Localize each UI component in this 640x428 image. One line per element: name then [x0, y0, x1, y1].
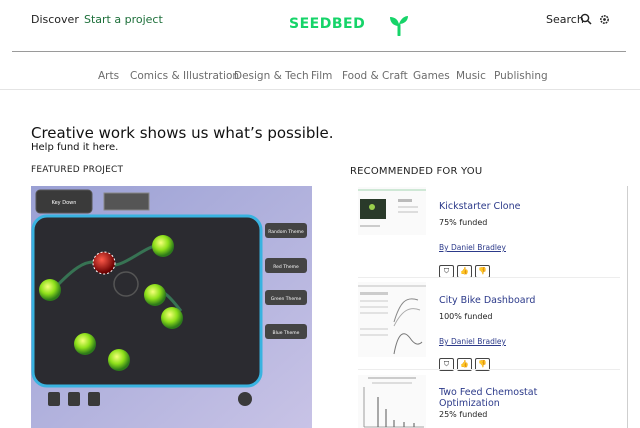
recommended-list: Kickstarter Clone 75% funded By Daniel B… — [350, 185, 640, 428]
folder-icon[interactable] — [88, 392, 100, 406]
category-arts[interactable]: Arts — [98, 70, 119, 82]
search-icon[interactable] — [580, 13, 592, 25]
recommended-thumbnail[interactable] — [358, 187, 426, 235]
recommended-actions: ⛉ 👍 👎 — [439, 258, 493, 278]
recommended-funded: 100% funded — [439, 312, 493, 321]
github-icon[interactable] — [48, 392, 60, 406]
nav-discover-link[interactable]: Discover — [31, 13, 79, 26]
gear-icon[interactable] — [599, 14, 610, 25]
green-ball — [144, 284, 166, 306]
logo[interactable]: SEEDBED — [289, 14, 409, 38]
nav-start-project-link[interactable]: Start a project — [84, 13, 163, 26]
recommended-funded: 25% funded — [439, 410, 488, 419]
recommended-scroll-edge — [627, 186, 628, 428]
category-nav: Arts Comics & Illustration Design & Tech… — [0, 70, 640, 84]
hero-subtitle: Help fund it here. — [31, 142, 119, 153]
category-food-craft[interactable]: Food & Craft — [342, 70, 408, 82]
category-design-tech[interactable]: Design & Tech — [234, 70, 309, 82]
red-theme-label: Red Theme — [273, 264, 299, 270]
green-ball — [74, 333, 96, 355]
recommended-title[interactable]: City Bike Dashboard — [439, 295, 535, 306]
linkedin-icon[interactable] — [68, 392, 80, 406]
recommended-actions: ⛉ 👍 👎 — [439, 351, 493, 371]
red-ball — [92, 251, 116, 275]
header-divider — [12, 51, 626, 52]
sprout-icon — [390, 16, 408, 36]
category-film[interactable]: Film — [311, 70, 332, 82]
card-divider — [358, 277, 620, 278]
hero-title: Creative work shows us what’s possible. — [31, 124, 334, 142]
green-ball — [39, 279, 61, 301]
blue-theme-label: Blue Theme — [273, 330, 300, 336]
category-games[interactable]: Games — [413, 70, 450, 82]
green-ball — [152, 235, 174, 257]
logo-text: SEEDBED — [289, 16, 366, 32]
green-ball — [161, 307, 183, 329]
category-publishing[interactable]: Publishing — [494, 70, 548, 82]
recommended-title[interactable]: Kickstarter Clone — [439, 201, 520, 212]
recommended-funded: 75% funded — [439, 218, 488, 227]
recommended-thumbnail[interactable] — [358, 375, 426, 428]
key-down-button-label: Key Down — [52, 200, 77, 206]
green-theme-label: Green Theme — [271, 296, 302, 302]
green-ball — [108, 349, 130, 371]
featured-project-label: FEATURED PROJECT — [31, 165, 124, 175]
recommended-author[interactable]: By Daniel Bradley — [439, 243, 506, 252]
recommended-author[interactable]: By Daniel Bradley — [439, 337, 506, 346]
category-divider — [0, 89, 640, 90]
search-link[interactable]: Search — [546, 13, 584, 26]
recommended-thumbnail[interactable] — [358, 282, 426, 357]
random-theme-label: Random Theme — [268, 229, 304, 235]
card-divider — [358, 369, 620, 370]
featured-project-image[interactable]: Key Down Random Theme Red Theme Green Th… — [31, 186, 312, 428]
recommended-label: RECOMMENDED FOR YOU — [350, 166, 483, 177]
theme-input[interactable] — [103, 192, 150, 211]
category-music[interactable]: Music — [456, 70, 486, 82]
category-comics[interactable]: Comics & Illustration — [130, 70, 239, 82]
recommended-title[interactable]: Two Feed Chemostat Optimization — [439, 387, 589, 409]
help-icon[interactable] — [238, 392, 252, 406]
